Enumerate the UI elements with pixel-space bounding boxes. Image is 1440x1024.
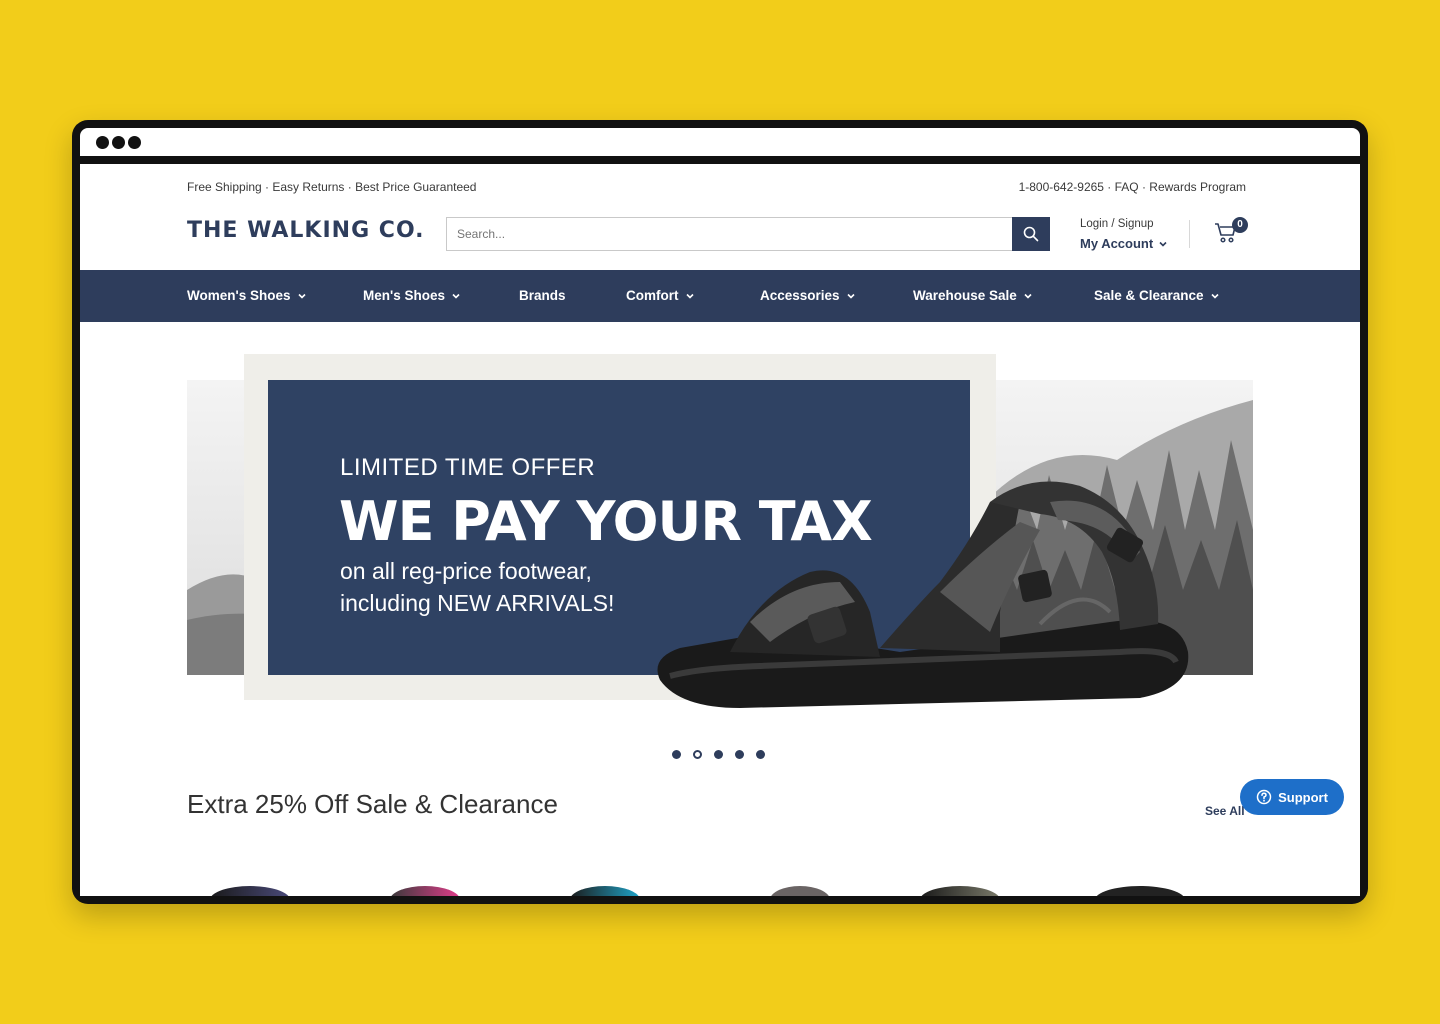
page-viewport: Free Shipping · Easy Returns · Best Pric… (80, 164, 1360, 896)
sandal-product-image (657, 481, 1189, 708)
chevron-down-icon (1159, 241, 1167, 247)
chevron-down-icon (1210, 293, 1219, 299)
nav-label: Men's Shoes (363, 288, 445, 303)
search-input[interactable] (446, 217, 1050, 251)
product-thumbnail[interactable] (920, 886, 1000, 896)
chevron-down-icon (297, 293, 306, 299)
hero-subtitle-line2: including NEW ARRIVALS! (340, 590, 615, 616)
nav-item-mens-shoes[interactable]: Men's Shoes (363, 288, 460, 303)
cart-button[interactable]: 0 (1214, 217, 1248, 250)
product-thumbnail[interactable] (770, 886, 830, 896)
chevron-down-icon (685, 293, 694, 299)
my-account-dropdown[interactable]: My Account (1080, 236, 1167, 251)
carousel-dots (672, 750, 765, 759)
carousel-dot[interactable] (672, 750, 681, 759)
site-logo[interactable]: THE WALKING CO. (187, 218, 425, 243)
nav-label: Sale & Clearance (1094, 288, 1204, 303)
nav-item-accessories[interactable]: Accessories (760, 288, 855, 303)
support-label: Support (1278, 789, 1328, 805)
carousel-dot[interactable] (735, 750, 744, 759)
main-nav: Women's Shoes Men's Shoes Brands Comfort… (80, 270, 1360, 322)
search-icon (1023, 226, 1039, 242)
product-thumbnail[interactable] (570, 886, 640, 896)
window-dot-icon[interactable] (96, 136, 109, 149)
chevron-down-icon (452, 293, 460, 299)
nav-label: Comfort (626, 288, 679, 303)
product-thumbnail[interactable] (1095, 886, 1185, 896)
nav-item-warehouse-sale[interactable]: Warehouse Sale (913, 288, 1032, 303)
hero-subtitle-line1: on all reg-price footwear, (340, 558, 592, 584)
support-button[interactable]: Support (1240, 779, 1344, 815)
window-dot-icon[interactable] (112, 136, 125, 149)
see-all-link[interactable]: See All (1205, 804, 1245, 818)
nav-label: Women's Shoes (187, 288, 291, 303)
section-title: Extra 25% Off Sale & Clearance (187, 789, 558, 819)
utility-left-text: Free Shipping · Easy Returns · Best Pric… (187, 180, 477, 194)
my-account-label: My Account (1080, 236, 1154, 251)
product-thumbnail[interactable] (210, 886, 290, 896)
utility-right-links[interactable]: 1-800-642-9265 · FAQ · Rewards Program (1019, 180, 1246, 194)
nav-item-brands[interactable]: Brands (519, 288, 566, 303)
hero-banner[interactable]: LIMITED TIME OFFER WE PAY YOUR TAX on al… (80, 322, 1360, 722)
header-divider (1189, 220, 1190, 248)
product-thumbnails-row (80, 876, 1360, 896)
carousel-dot[interactable] (756, 750, 765, 759)
nav-item-womens-shoes[interactable]: Women's Shoes (187, 288, 306, 303)
browser-window: Free Shipping · Easy Returns · Best Pric… (72, 120, 1368, 904)
help-icon (1256, 789, 1272, 805)
hero-kicker: LIMITED TIME OFFER (340, 454, 596, 481)
cart-count-badge: 0 (1232, 217, 1248, 233)
login-signup-link[interactable]: Login / Signup (1080, 218, 1154, 230)
window-dot-icon[interactable] (128, 136, 141, 149)
nav-label: Warehouse Sale (913, 288, 1017, 303)
nav-label: Accessories (760, 288, 840, 303)
nav-label: Brands (519, 288, 566, 303)
nav-item-sale-clearance[interactable]: Sale & Clearance (1094, 288, 1219, 303)
nav-item-comfort[interactable]: Comfort (626, 288, 694, 303)
chevron-down-icon (1024, 293, 1032, 299)
search-button[interactable] (1012, 217, 1050, 251)
window-titlebar (80, 128, 1360, 156)
product-thumbnail[interactable] (390, 886, 460, 896)
chevron-down-icon (846, 293, 855, 299)
carousel-dot[interactable] (714, 750, 723, 759)
carousel-dot-active[interactable] (693, 750, 702, 759)
